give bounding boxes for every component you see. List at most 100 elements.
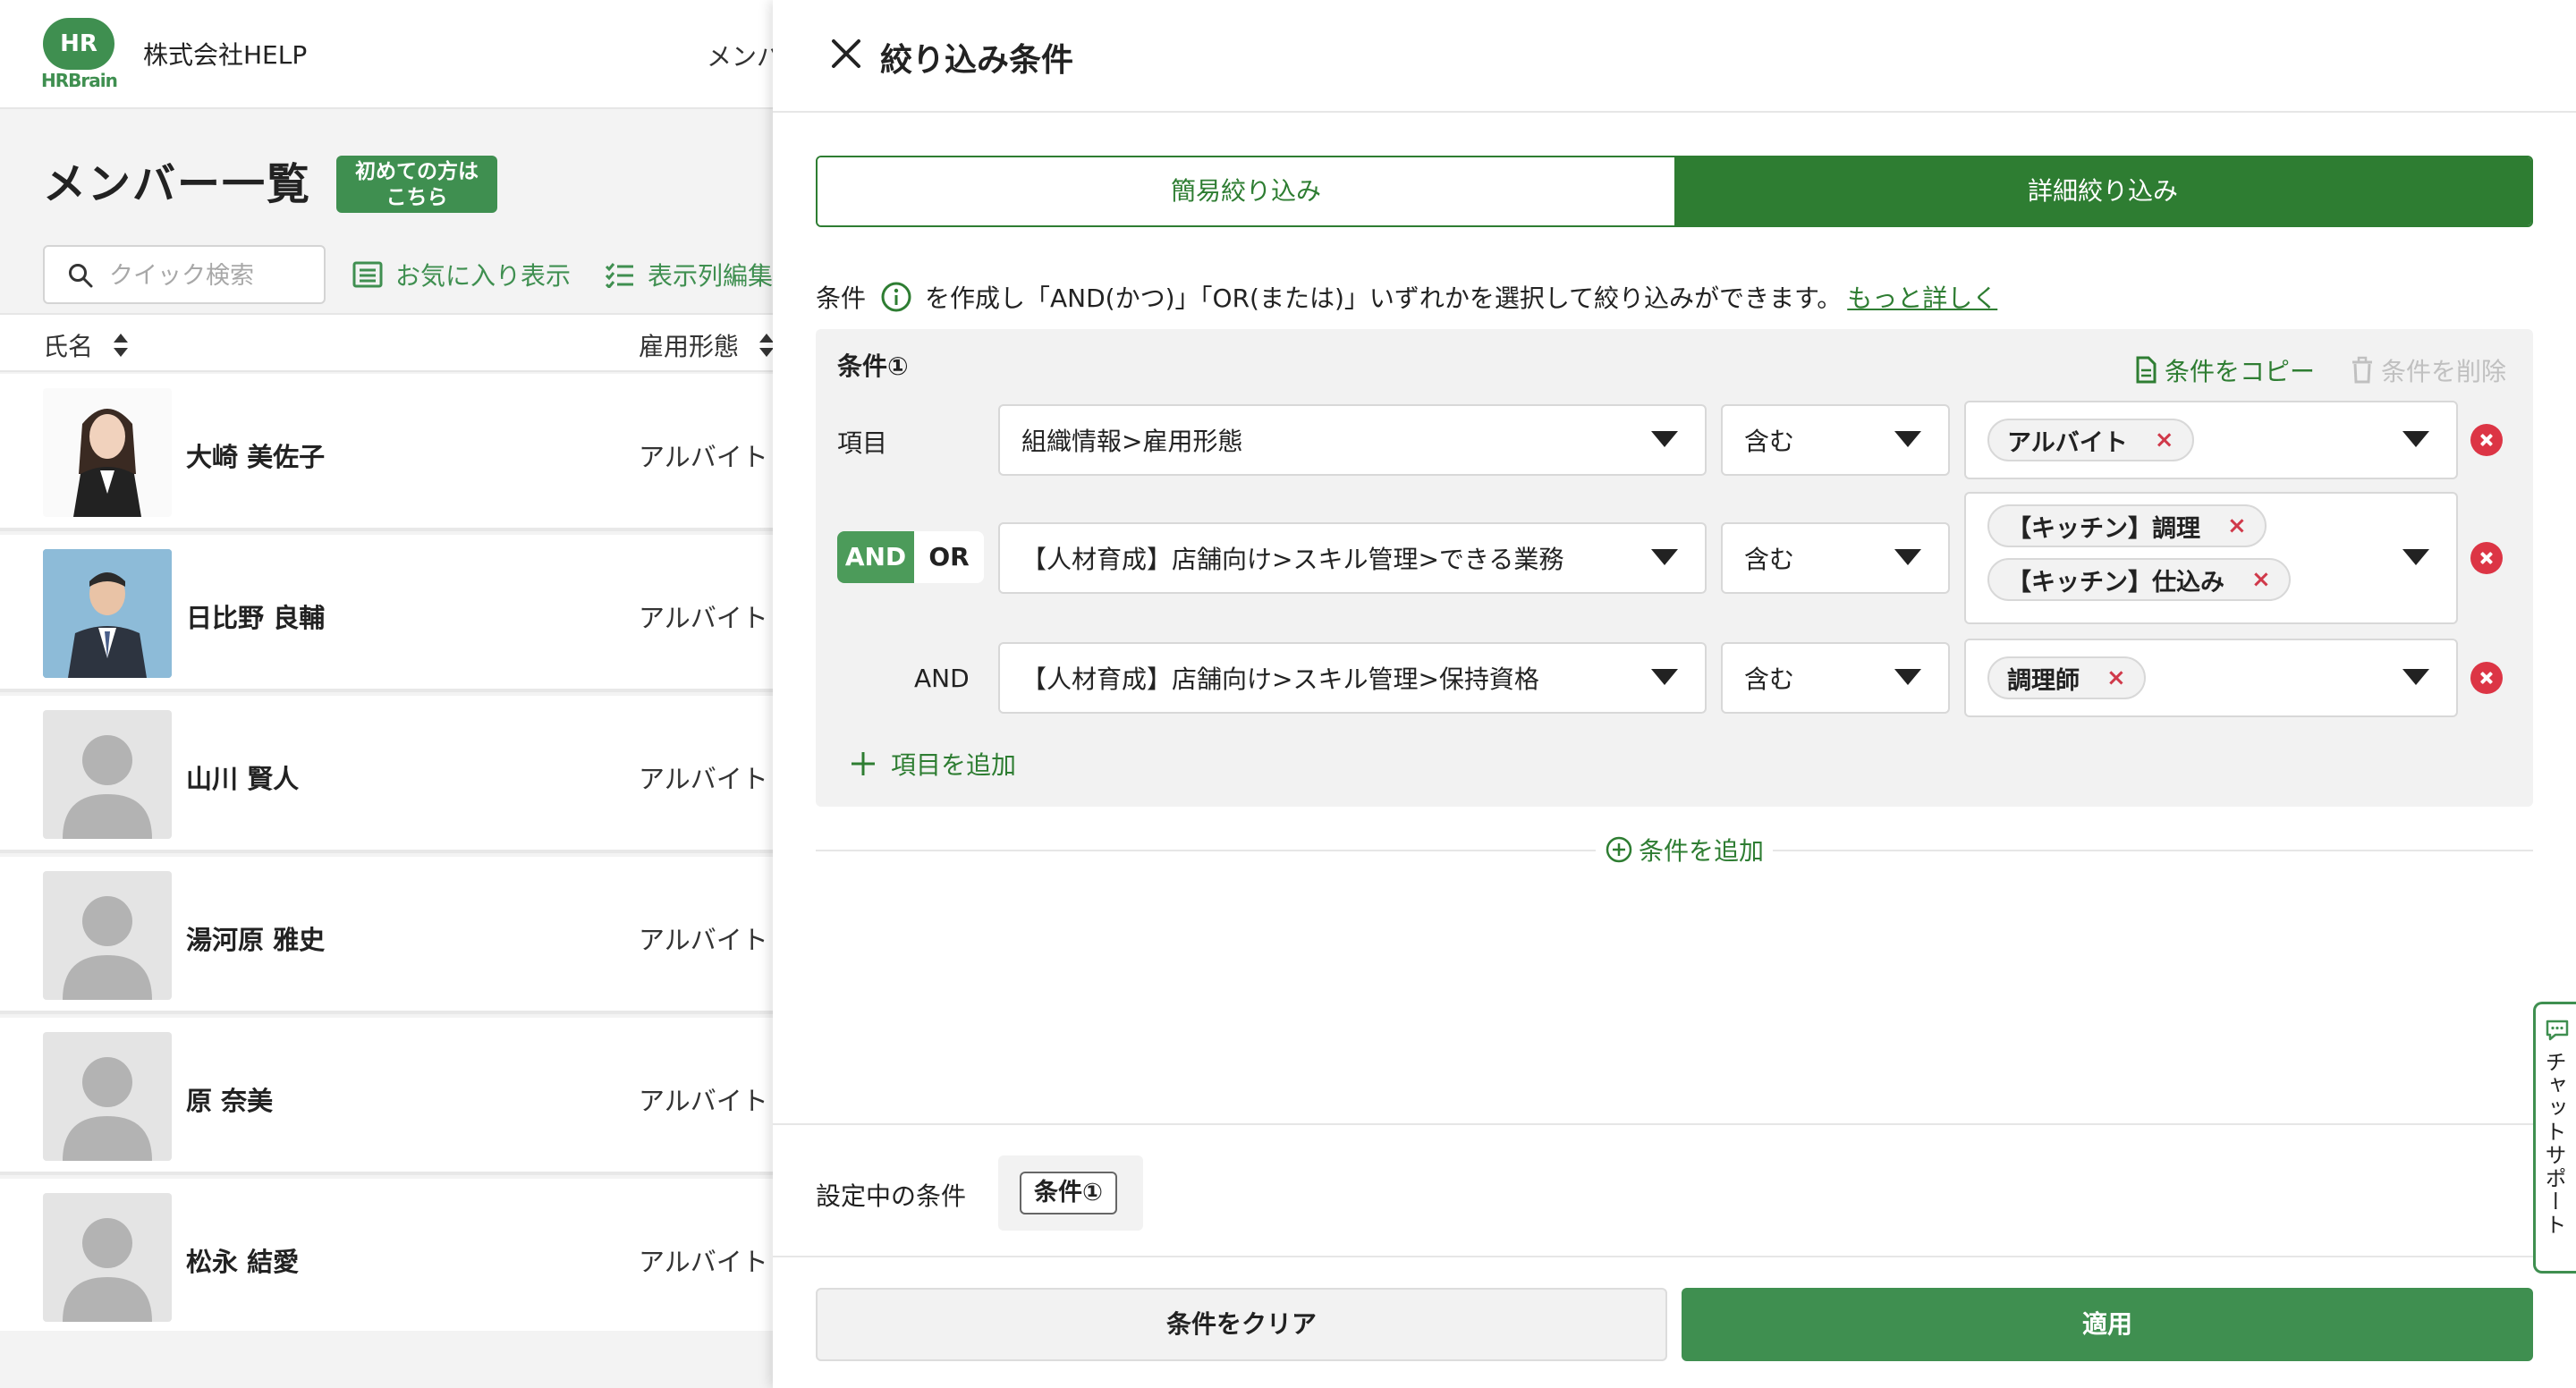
remove-item-button[interactable] [2470, 542, 2503, 574]
active-conditions-bar: 設定中の条件 条件① [773, 1123, 2576, 1257]
learn-more-link[interactable]: もっと詳しく [1847, 279, 1997, 315]
logic-and-button[interactable]: AND [837, 531, 914, 583]
operator-select-value: 含む [1744, 664, 1795, 694]
add-condition-label: 条件を追加 [1639, 836, 1765, 866]
operator-select[interactable]: 含む [1721, 522, 1950, 594]
field-select[interactable]: 組織情報>雇用形態 [998, 404, 1707, 476]
active-conditions-list: 条件① [998, 1155, 1143, 1231]
sort-icon [114, 334, 129, 357]
member-name[interactable]: 松永 結愛 [186, 1241, 299, 1279]
active-conditions-label: 設定中の条件 [816, 1181, 967, 1211]
top-bar: HR HRBrain 株式会社HELP メンバ [0, 0, 778, 109]
avatar-placeholder [43, 871, 172, 1000]
member-list-app: HR HRBrain 株式会社HELP メンバ メンバー一覧 初めての方は こち… [0, 0, 778, 1388]
copy-condition-button[interactable]: 条件をコピー [2134, 352, 2315, 388]
logic-toggle: AND OR [837, 531, 984, 583]
value-chip-label: 調理師 [2007, 666, 2080, 695]
edit-columns-label: 表示列編集 [648, 261, 774, 291]
field-select[interactable]: 【人材育成】店舗向け>スキル管理>できる業務 [998, 522, 1707, 594]
operator-select[interactable]: 含む [1721, 642, 1950, 714]
item-row-label: 項目 [837, 428, 888, 458]
table-row[interactable]: 日比野 良輔 アルバイト [0, 535, 778, 692]
favorites-button[interactable]: お気に入り表示 [352, 257, 571, 292]
table-row[interactable]: 湯河原 雅史 アルバイト [0, 857, 778, 1014]
field-select-value: 組織情報>雇用形態 [1021, 427, 1243, 456]
table-row[interactable]: 大崎 美佐子 アルバイト [0, 374, 778, 531]
value-multiselect[interactable]: アルバイト × [1964, 401, 2458, 479]
column-header-employment[interactable]: 雇用形態 [639, 327, 775, 363]
remove-chip-icon[interactable]: × [2251, 566, 2271, 593]
value-multiselect[interactable]: 【キッチン】調理 × 【キッチン】仕込み × [1964, 492, 2458, 624]
add-item-button[interactable]: 項目を追加 [850, 746, 1016, 782]
operator-select[interactable]: 含む [1721, 404, 1950, 476]
favorites-label: お気に入り表示 [395, 261, 572, 291]
column-header-name-label: 氏名 [43, 332, 94, 361]
table-row[interactable]: 松永 結愛 アルバイト [0, 1179, 778, 1331]
hrbrain-logo[interactable]: HR HRBrain [41, 18, 118, 91]
value-chip: 調理師 × [1987, 656, 2146, 699]
edit-columns-button[interactable]: 表示列編集 [605, 257, 773, 292]
member-employment: アルバイト [639, 442, 768, 472]
value-chip-label: アルバイト [2007, 428, 2128, 457]
help-text: 条件 を作成し「AND(かつ)」「OR(または)」いずれかを選択して絞り込みがで… [816, 279, 1997, 315]
member-name[interactable]: 大崎 美佐子 [186, 436, 325, 474]
quick-search[interactable] [43, 245, 326, 304]
add-condition-button[interactable]: 条件を追加 [1596, 832, 1774, 868]
top-nav-item-members[interactable]: メンバ [707, 38, 778, 73]
member-name[interactable]: 原 奈美 [186, 1080, 273, 1118]
avatar-placeholder [43, 1032, 172, 1161]
member-name[interactable]: 日比野 良輔 [186, 597, 325, 635]
table-row[interactable]: 原 奈美 アルバイト [0, 1018, 778, 1175]
chevron-down-icon [1651, 431, 1678, 447]
condition-card: 条件① 条件をコピー 条件を削除 項目 組織情報>雇用形態 含む アルバイト ×… [816, 329, 2533, 807]
member-name[interactable]: 湯河原 雅史 [186, 919, 325, 957]
chat-support-label: チャットサポート [2541, 1051, 2566, 1237]
value-chip: アルバイト × [1987, 419, 2194, 461]
user-placeholder-icon [63, 735, 152, 839]
avatar [43, 388, 172, 517]
field-select-value: 【人材育成】店舗向け>スキル管理>できる業務 [1021, 545, 1564, 574]
active-condition-chip[interactable]: 条件① [1020, 1172, 1117, 1214]
clear-conditions-button[interactable]: 条件をクリア [816, 1288, 1667, 1361]
drawer-title: 絞り込み条件 [880, 42, 1074, 79]
value-chip-label: 【キッチン】仕込み [2007, 568, 2224, 597]
column-header-name[interactable]: 氏名 [43, 327, 129, 363]
operator-select-value: 含む [1744, 427, 1795, 456]
remove-chip-icon[interactable]: × [2106, 664, 2126, 691]
drawer-header: 絞り込み条件 [773, 0, 2576, 113]
delete-condition-label: 条件を削除 [2381, 357, 2507, 386]
tab-simple-filter[interactable]: 簡易絞り込み [818, 157, 1674, 225]
logo-badge: HR [43, 18, 114, 70]
member-employment: アルバイト [639, 925, 768, 955]
member-name[interactable]: 山川 賢人 [186, 758, 299, 796]
info-icon[interactable] [880, 281, 912, 313]
first-time-guide-button[interactable]: 初めての方は こちら [336, 156, 497, 213]
chevron-down-icon [1651, 669, 1678, 685]
field-select[interactable]: 【人材育成】店舗向け>スキル管理>保持資格 [998, 642, 1707, 714]
chevron-down-icon [2402, 549, 2429, 565]
user-placeholder-icon [63, 1057, 152, 1161]
remove-item-button[interactable] [2470, 662, 2503, 694]
apply-button[interactable]: 適用 [1682, 1288, 2533, 1361]
delete-condition-button[interactable]: 条件を削除 [2351, 352, 2506, 388]
list-icon [352, 261, 383, 288]
chevron-down-icon [1894, 431, 1921, 447]
page-title: メンバー一覧 [43, 159, 312, 209]
chat-support-tab[interactable]: チャットサポート [2533, 1002, 2576, 1274]
remove-item-button[interactable] [2470, 424, 2503, 456]
remove-chip-icon[interactable]: × [2227, 512, 2247, 539]
close-icon[interactable] [826, 34, 866, 73]
value-multiselect[interactable]: 調理師 × [1964, 639, 2458, 717]
value-chip-label: 【キッチン】調理 [2007, 514, 2200, 543]
trash-icon [2352, 356, 2372, 384]
add-item-label: 項目を追加 [891, 750, 1017, 780]
quick-search-input[interactable] [109, 258, 315, 293]
table-row[interactable]: 山川 賢人 アルバイト [0, 696, 778, 853]
member-photo-woman [43, 388, 172, 517]
chevron-down-icon [1651, 549, 1678, 565]
chevron-down-icon [1894, 669, 1921, 685]
copy-condition-label: 条件をコピー [2165, 357, 2316, 386]
logic-or-button[interactable]: OR [914, 531, 984, 583]
tab-detail-filter[interactable]: 詳細絞り込み [1674, 157, 2531, 225]
remove-chip-icon[interactable]: × [2155, 427, 2174, 453]
